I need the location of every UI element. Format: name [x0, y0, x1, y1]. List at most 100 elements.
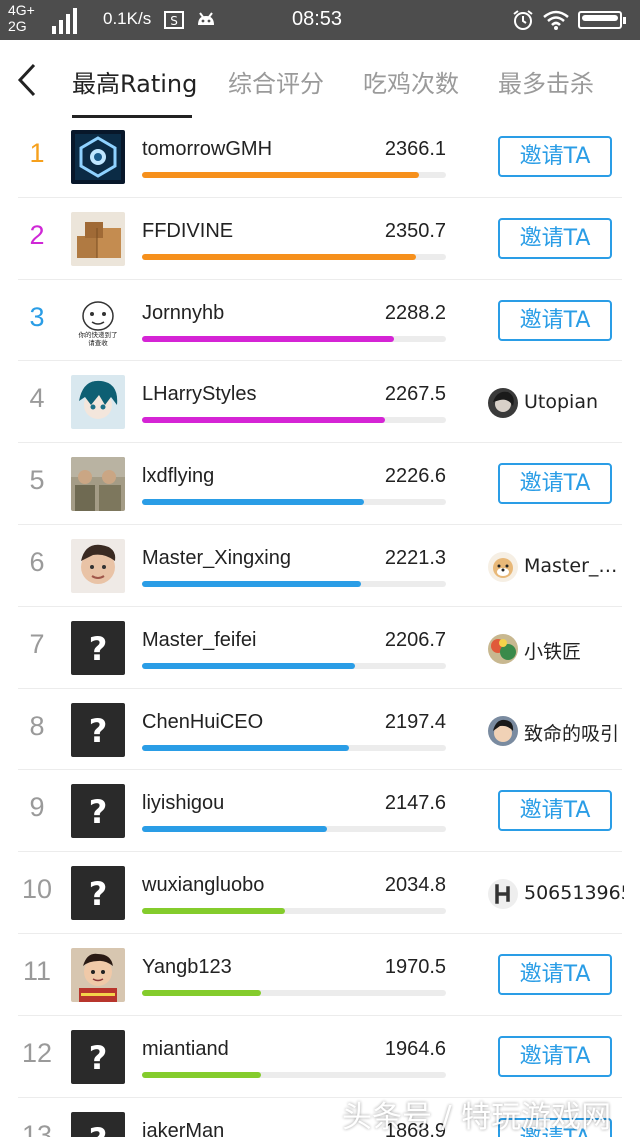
- rating-progress-fill: [142, 335, 395, 342]
- player-rating: 2226.6: [384, 465, 446, 488]
- friend-avatar: [488, 388, 518, 419]
- player-rating: 1964.6: [384, 1037, 446, 1060]
- rank-number: 6: [29, 546, 45, 577]
- friend-avatar: [488, 879, 518, 910]
- rating-progress-track: [142, 662, 446, 669]
- player-name: liyishigou: [142, 792, 225, 815]
- rating-progress-fill: [142, 1071, 261, 1078]
- player-rating: 2350.7: [384, 219, 446, 242]
- leaderboard-row[interactable]: 7 ? Master_feifei 2206.7 小铁匠: [0, 607, 640, 689]
- rating-progress-track: [142, 744, 446, 751]
- battery-icon: [578, 11, 626, 29]
- tab-overall-score[interactable]: 综合评分: [228, 64, 324, 99]
- player-name: Jornnyhb: [142, 301, 225, 324]
- invite-button[interactable]: 邀请TA: [498, 790, 612, 832]
- rating-progress-track: [142, 417, 446, 424]
- player-avatar[interactable]: ?: [71, 1029, 125, 1084]
- svg-text:?: ?: [89, 875, 108, 913]
- leaderboard-row[interactable]: 11 Yangb123 1970.5 邀请TA: [0, 934, 640, 1016]
- watermark: 头条号 / 特玩游戏网: [342, 1100, 612, 1135]
- clock: 08:53: [292, 8, 343, 30]
- player-avatar[interactable]: [71, 211, 125, 266]
- rating-progress-fill: [142, 172, 419, 178]
- player-avatar[interactable]: [71, 947, 125, 1002]
- player-avatar[interactable]: ?: [71, 866, 125, 921]
- rank-number: 13: [21, 1119, 53, 1137]
- friend-avatar: [488, 715, 518, 746]
- leaderboard-row[interactable]: 6 Master_Xingxing 2221.3 Master_…: [0, 525, 640, 607]
- rating-progress-fill: [142, 662, 355, 669]
- player-name: LHarryStyles: [142, 383, 257, 406]
- friend-name: Master_…: [524, 554, 618, 577]
- leaderboard-row[interactable]: 2 FFDIVINE 2350.7 邀请TA: [0, 198, 640, 280]
- rating-progress-fill: [142, 826, 328, 833]
- tab-bar: 最高Rating 综合评分 吃鸡次数 最多击杀: [0, 40, 640, 120]
- svg-text:?: ?: [89, 630, 108, 668]
- back-arrow-icon[interactable]: [14, 62, 44, 98]
- rank-number: 8: [29, 710, 45, 741]
- android-icon: [198, 12, 214, 25]
- rating-progress-track: [142, 335, 446, 342]
- rank-number: 11: [22, 955, 52, 986]
- invite-button[interactable]: 邀请TA: [498, 217, 612, 259]
- player-avatar[interactable]: ?: [71, 1111, 125, 1137]
- invite-button[interactable]: 邀请TA: [498, 463, 612, 505]
- friend-avatar: [488, 633, 518, 664]
- leaderboard-list: 1 tomorrowGMH 2366.1 邀请TA 2 FFDIVINE 235…: [0, 116, 640, 1137]
- player-avatar[interactable]: ?: [71, 620, 125, 675]
- player-rating: 2147.6: [384, 792, 446, 815]
- rating-progress-track: [142, 580, 446, 587]
- rank-number: 1: [29, 138, 45, 168]
- rating-progress-fill: [142, 580, 361, 587]
- invite-button[interactable]: 邀请TA: [498, 136, 612, 177]
- invite-button[interactable]: 邀请TA: [498, 1035, 612, 1077]
- player-avatar[interactable]: [71, 457, 125, 512]
- player-avatar[interactable]: [71, 375, 125, 430]
- leaderboard-row[interactable]: 9 ? liyishigou 2147.6 邀请TA: [0, 770, 640, 852]
- rank-number: 10: [21, 874, 53, 905]
- rank-number: 7: [29, 628, 45, 659]
- leaderboard-row[interactable]: 10 ? wuxiangluobo 2034.8 506513965: [0, 852, 640, 934]
- player-avatar[interactable]: ?: [71, 784, 125, 839]
- player-avatar[interactable]: 你的快递到了 请查收: [71, 293, 125, 348]
- player-avatar[interactable]: [71, 538, 125, 593]
- svg-text:?: ?: [89, 793, 108, 831]
- friend-avatar: [488, 551, 518, 582]
- rating-progress-fill: [142, 908, 285, 915]
- player-avatar[interactable]: ?: [71, 702, 125, 757]
- rank-number: 12: [21, 1037, 53, 1068]
- rank-number: 4: [29, 383, 45, 414]
- rating-progress-fill: [142, 989, 261, 996]
- leaderboard-row[interactable]: 5 lxdflying 2226.6 邀请TA: [0, 443, 640, 525]
- status-bar: 4G+ 2G 0.1K/s S 08:53: [0, 0, 640, 40]
- player-rating: 2206.7: [384, 628, 446, 651]
- network-type-top: 4G+: [8, 2, 35, 18]
- leaderboard-row[interactable]: 4 LHarryStyles 2267.5 Utopian: [0, 361, 640, 443]
- alarm-icon: [513, 10, 533, 30]
- player-name: FFDIVINE: [142, 219, 234, 242]
- player-rating: 2366.1: [384, 138, 446, 160]
- leaderboard-row[interactable]: 3 你的快递到了 请查收 Jornnyhb 2288.2 邀请TA: [0, 280, 640, 362]
- player-avatar[interactable]: [71, 130, 125, 184]
- leaderboard-row[interactable]: 12 ? miantiand 1964.6 邀请TA: [0, 1016, 640, 1098]
- player-rating: 2288.2: [384, 301, 446, 324]
- rating-progress-track: [142, 499, 446, 506]
- leaderboard-row[interactable]: 1 tomorrowGMH 2366.1 邀请TA: [0, 116, 640, 198]
- rating-progress-track: [142, 172, 446, 178]
- invite-button[interactable]: 邀请TA: [498, 299, 612, 341]
- tab-most-kills[interactable]: 最多击杀: [498, 64, 594, 99]
- svg-text:请查收: 请查收: [88, 338, 108, 347]
- friend-name: 致命的吸引: [524, 722, 620, 745]
- network-type: 4G+ 2G: [8, 3, 35, 35]
- leaderboard-row[interactable]: 8 ? ChenHuiCEO 2197.4 致命的吸引: [0, 689, 640, 771]
- player-name: Master_feifei: [142, 628, 257, 651]
- invite-button[interactable]: 邀请TA: [498, 953, 612, 995]
- rating-progress-fill: [142, 744, 349, 751]
- player-name: lxdflying: [142, 465, 215, 488]
- tab-highest-rating[interactable]: 最高Rating: [72, 64, 197, 99]
- rating-progress-track: [142, 989, 446, 996]
- rating-progress-fill: [142, 417, 386, 424]
- tab-chicken-dinners[interactable]: 吃鸡次数: [363, 64, 459, 99]
- svg-text:?: ?: [89, 1039, 108, 1077]
- friend-name: 506513965: [524, 882, 624, 905]
